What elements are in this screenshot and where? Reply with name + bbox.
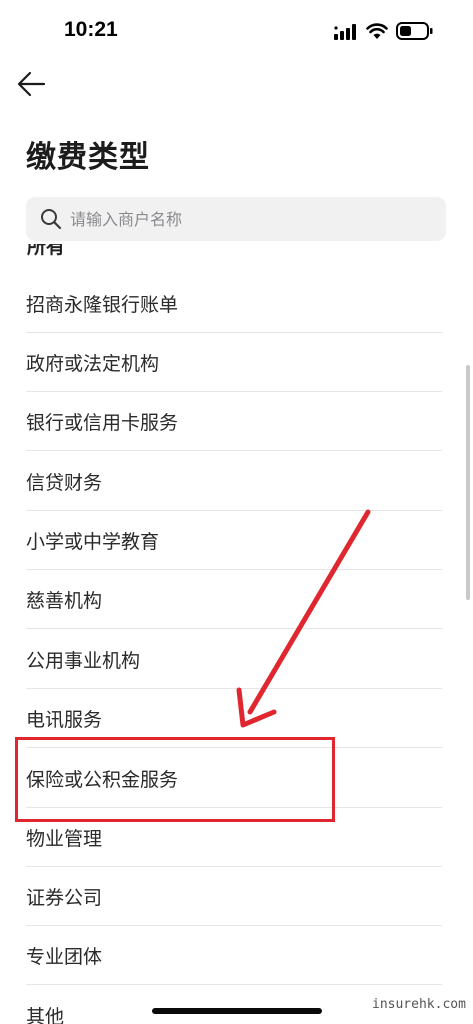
list-item-label: 其他 [26,1005,65,1024]
list-item[interactable]: 电讯服务 [26,689,442,748]
section-header: 所有 [27,244,66,258]
list-item-label: 慈善机构 [26,589,103,612]
signal-icon [334,24,356,40]
list-item[interactable]: 政府或法定机构 [26,333,442,392]
list-item[interactable]: 银行或信用卡服务 [26,392,442,451]
list-item-label: 小学或中学教育 [26,530,160,553]
list-item[interactable]: 慈善机构 [26,570,442,629]
search-box[interactable] [26,197,446,241]
list-item[interactable]: 信贷财务 [26,452,442,511]
list-item-label: 银行或信用卡服务 [26,411,179,434]
page-title: 缴费类型 [26,140,150,175]
watermark: insurehk.com [372,997,466,1012]
list-item[interactable]: 小学或中学教育 [26,511,442,570]
list-item-highlighted[interactable]: 保险或公积金服务 [26,749,442,808]
list-item-label: 信贷财务 [26,471,103,494]
arrow-left-icon [17,71,46,97]
list-item-label: 证券公司 [26,886,103,909]
status-time: 10:21 [64,18,118,41]
list-item-label: 专业团体 [26,945,103,968]
scrollbar[interactable] [466,365,470,600]
list-item[interactable]: 证券公司 [26,867,442,926]
list-item-label: 政府或法定机构 [26,352,160,375]
list-item-label: 保险或公积金服务 [26,768,179,791]
list-item[interactable]: 物业管理 [26,808,442,867]
battery-icon [396,22,433,40]
list-item-label: 物业管理 [26,827,103,850]
list-item[interactable]: 公用事业机构 [26,630,442,689]
wifi-icon [366,23,388,39]
back-button[interactable] [14,66,50,102]
list-item[interactable]: 招商永隆银行账单 [26,274,442,333]
list-item-label: 电讯服务 [26,708,103,731]
home-indicator[interactable] [152,1008,322,1014]
category-list[interactable]: 所有 招商永隆银行账单 政府或法定机构 银行或信用卡服务 信贷财务 小学或中学教… [0,244,473,1024]
list-item[interactable]: 专业团体 [26,926,442,985]
search-input[interactable] [70,197,430,241]
screen: 10:21 缴费类型 所有 [0,0,473,1024]
list-item-label: 招商永隆银行账单 [26,293,179,316]
list-item-label: 公用事业机构 [26,649,141,672]
status-bar: 10:21 [0,0,473,60]
search-icon [41,209,62,230]
